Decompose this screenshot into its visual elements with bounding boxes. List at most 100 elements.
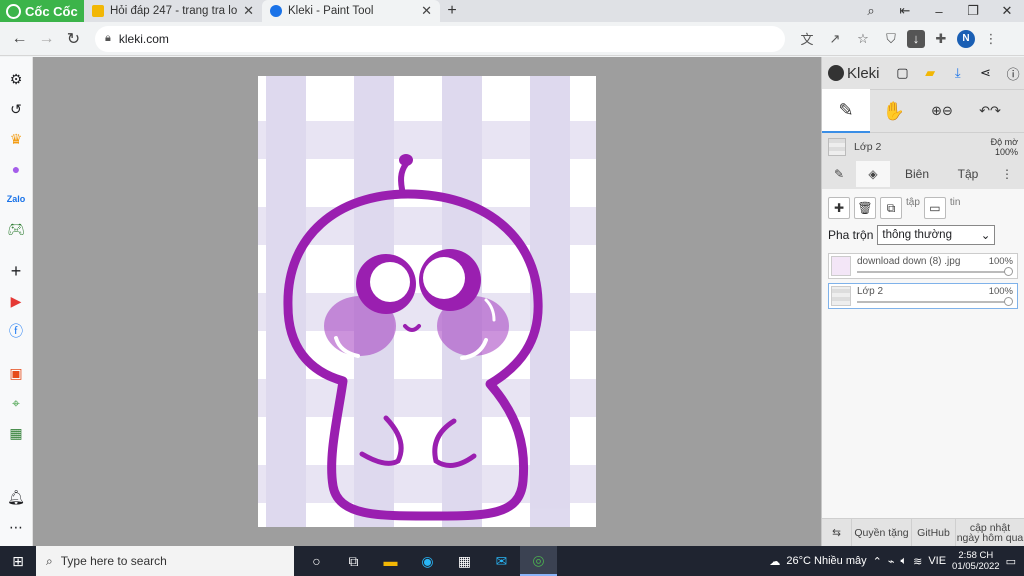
opacity-readout: Độ mờ 100% — [991, 137, 1018, 157]
minimize-icon[interactable]: – — [922, 0, 956, 22]
tab-file[interactable]: Tập — [944, 161, 992, 187]
game-controller-icon[interactable]: 🎮︎ — [6, 219, 26, 239]
restore-tabs-icon[interactable]: ⇤ — [888, 0, 922, 22]
save-download-icon[interactable]: ⤓ — [947, 62, 969, 84]
menu-icon[interactable]: ⋮ — [979, 27, 1003, 51]
extensions-icon[interactable]: ✚ — [929, 27, 953, 51]
close-tab-icon[interactable]: ✕ — [243, 3, 254, 19]
wifi-icon[interactable]: ≋ — [913, 555, 922, 568]
notification-center-icon[interactable]: ▭ — [1006, 555, 1016, 568]
reading-mode-icon[interactable]: ⌕ — [854, 0, 888, 22]
messenger-icon[interactable]: ● — [6, 159, 26, 179]
kleki-logo[interactable]: Kleki — [828, 65, 880, 82]
slider-knob[interactable] — [1004, 297, 1013, 306]
network-icon[interactable]: ⌁ — [888, 555, 895, 568]
layer-info-label[interactable]: tin — [950, 197, 961, 208]
weather-icon[interactable]: ☁ — [769, 555, 780, 568]
file-explorer-icon[interactable]: ▬ — [372, 546, 409, 576]
layer-item[interactable]: download down (8) .jpg 100% — [828, 253, 1018, 279]
brush-tool-button[interactable]: ✎ — [822, 89, 870, 133]
toolbar-icons: 文 ↗ ☆ ⛉ ↓ ✚ N ⋮ — [795, 27, 1003, 51]
changelog-link[interactable]: cập nhật ngày hôm qua — [956, 519, 1024, 547]
tab-layers[interactable]: ◈ — [856, 161, 890, 187]
bookmark-star-icon[interactable]: ☆ — [851, 27, 875, 51]
translate-icon[interactable]: 文 — [795, 27, 819, 51]
layer-opacity: 100% — [988, 256, 1013, 267]
more-icon[interactable]: ⋯ — [6, 517, 26, 537]
history-icon[interactable]: ↺ — [6, 99, 26, 119]
shield-icon[interactable]: ⛉ — [879, 27, 903, 51]
slider-knob[interactable] — [1004, 267, 1013, 276]
close-window-icon[interactable]: ✕ — [990, 0, 1024, 22]
add-layer-button[interactable]: ✚ — [828, 197, 850, 219]
tab-edit[interactable]: Biên — [890, 161, 944, 187]
settings-gear-icon[interactable]: ⚙ — [6, 69, 26, 89]
tool-row: ✎ ✋ ⊕⊖ ↶↷ — [822, 89, 1024, 133]
canvas-workarea[interactable] — [33, 57, 821, 546]
browser-logo[interactable]: Cốc Cốc — [0, 0, 84, 22]
share-icon[interactable]: ↗ — [823, 27, 847, 51]
mail-icon[interactable]: ✉ — [483, 546, 520, 576]
map-pin-icon[interactable]: ⌖ — [6, 393, 26, 413]
drawing-canvas[interactable] — [258, 76, 596, 527]
shopee-icon[interactable]: ▣ — [6, 363, 26, 383]
download-icon[interactable]: ↓ — [907, 29, 925, 48]
taskbar-search[interactable]: ⌕ Type here to search — [36, 546, 294, 576]
youtube-icon[interactable]: ▶ — [6, 291, 26, 311]
help-icon[interactable]: ⓘ — [1002, 62, 1024, 84]
edge-icon[interactable]: ◉ — [409, 546, 446, 576]
tray-chevron-icon[interactable]: ⌃ — [873, 555, 882, 568]
window-controls: ⌕ ⇤ – ❐ ✕ — [854, 0, 1024, 22]
weather-text[interactable]: 26°C Nhiều mây — [786, 555, 866, 567]
kleki-header: Kleki ▢ ▰ ⤓ ⋖ ⓘ — [822, 57, 1024, 89]
blend-mode-select[interactable]: thông thường ⌄ — [877, 225, 996, 245]
volume-icon[interactable]: 🔈︎ — [900, 555, 907, 568]
undo-redo-buttons[interactable]: ↶↷ — [966, 89, 1014, 133]
current-layer-name: Lớp 2 — [854, 141, 882, 153]
changelog-label: cập nhật — [969, 521, 1011, 534]
tab-hoidap[interactable]: Hỏi đáp 247 - trang tra loi ✕ — [84, 0, 262, 22]
layer-opacity-slider[interactable] — [857, 271, 1009, 273]
layer-opacity-slider[interactable] — [857, 301, 1009, 303]
notification-bell-icon[interactable]: 🔔︎ — [6, 487, 26, 507]
maximize-icon[interactable]: ❐ — [956, 0, 990, 22]
browser-sidebar: ⚙ ↺ ♛ ● Zalo 🎮︎ + ▶ ⓕ ▣ ⌖ ▦ 🔔︎ ⋯ — [0, 57, 33, 546]
close-tab-icon[interactable]: ✕ — [421, 3, 432, 19]
crown-icon[interactable]: ♛ — [6, 129, 26, 149]
open-folder-icon[interactable]: ▰ — [919, 62, 941, 84]
language-indicator[interactable]: VIE — [928, 555, 946, 567]
windows-start-icon[interactable]: ⊞ — [0, 546, 36, 576]
panel-more-icon[interactable]: ⋮ — [992, 161, 1022, 187]
tab-brush[interactable]: ✎ — [822, 161, 856, 187]
delete-layer-button[interactable]: 🗑︎ — [854, 197, 876, 219]
merge-layer-label[interactable]: tập — [906, 197, 920, 208]
clock[interactable]: 2:58 CH 01/05/2022 — [952, 550, 1000, 572]
new-file-icon[interactable]: ▢ — [892, 62, 914, 84]
store-icon[interactable]: ▦ — [446, 546, 483, 576]
cortana-icon[interactable]: ○ — [298, 546, 335, 576]
duplicate-layer-button[interactable]: ⧉ — [880, 197, 902, 219]
search-icon: ⌕ — [46, 553, 53, 568]
privacy-link[interactable]: Quyền tặng — [852, 518, 912, 547]
tab-kleki[interactable]: Kleki - Paint Tool ✕ — [262, 0, 440, 22]
sheet-icon[interactable]: ▦ — [6, 423, 26, 443]
hand-tool-button[interactable]: ✋ — [870, 89, 918, 133]
reload-icon[interactable]: ↻ — [60, 24, 87, 54]
layer-item-active[interactable]: Lớp 2 100% — [828, 283, 1018, 309]
address-bar[interactable]: 🔒︎ kleki.com — [95, 25, 785, 52]
facebook-icon[interactable]: ⓕ — [6, 321, 26, 341]
profile-avatar[interactable]: N — [957, 29, 975, 48]
swap-panel-icon[interactable]: ⇆ — [822, 518, 852, 547]
task-view-icon[interactable]: ⧉ — [335, 546, 372, 576]
zoom-buttons[interactable]: ⊕⊖ — [918, 89, 966, 133]
add-shortcut-icon[interactable]: + — [6, 261, 26, 281]
new-tab-button[interactable]: + — [440, 0, 464, 22]
rename-layer-button[interactable]: ▭ — [923, 197, 946, 219]
github-link[interactable]: GitHub — [912, 518, 956, 547]
system-tray: ☁ 26°C Nhiều mây ⌃ ⌁ 🔈︎ ≋ VIE 2:58 CH 01/… — [769, 550, 1024, 572]
zalo-icon[interactable]: Zalo — [6, 189, 26, 209]
share-icon[interactable]: ⋖ — [975, 62, 997, 84]
coccoc-taskbar-icon[interactable]: ◎ — [520, 546, 557, 576]
back-icon[interactable]: ← — [6, 24, 33, 54]
forward-icon[interactable]: → — [33, 24, 60, 54]
